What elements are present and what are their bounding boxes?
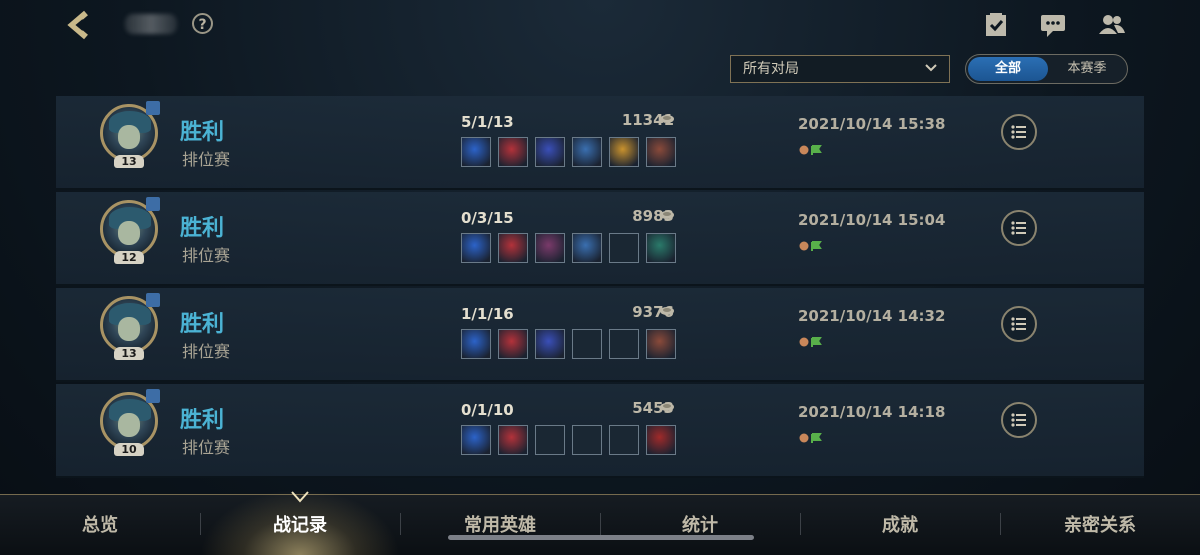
kda: 5/1/13 [461,113,514,131]
match-detail-button[interactable] [1001,210,1037,246]
player-name-blurred [125,14,177,34]
match-mode: 排位赛 [182,342,231,361]
summoner-spells-icon [799,433,822,443]
gold-coin-icon [660,211,674,219]
item-slot[interactable] [498,233,528,263]
list-icon [1011,221,1026,235]
item-slot[interactable] [572,425,602,455]
nav-statistics[interactable]: 统计 [600,511,800,537]
nav-match-history[interactable]: 战记录 [200,511,400,537]
party-icon [146,389,160,403]
nav-common-heroes[interactable]: 常用英雄 [400,511,600,537]
item-slot[interactable] [646,425,676,455]
nav-achievements[interactable]: 成就 [800,511,1000,537]
list-icon [1011,125,1026,139]
party-icon [146,293,160,307]
kda: 0/1/10 [461,401,514,419]
season-toggle: 全部 本赛季 [965,54,1128,84]
item-slot[interactable] [609,329,639,359]
match-result: 胜利 [180,408,225,433]
task-icon[interactable] [982,12,1010,38]
item-slot[interactable] [461,137,491,167]
active-indicator-icon [291,491,309,503]
match-date: 2021/10/14 14:18 [798,403,946,421]
match-date: 2021/10/14 14:32 [798,307,946,325]
match-row[interactable]: 13 胜利 排位赛 5/1/13 11341 2021/10/14 15:38 [56,96,1144,190]
item-slot[interactable] [646,233,676,263]
match-mode: 排位赛 [182,246,231,265]
item-slot[interactable] [535,233,565,263]
match-detail-button[interactable] [1001,306,1037,342]
list-icon [1011,413,1026,427]
hero-level: 13 [114,347,144,360]
hero-level: 10 [114,443,144,456]
match-row[interactable]: 12 胜利 排位赛 0/3/15 8983 2021/10/14 15:04 [56,192,1144,286]
item-slot[interactable] [461,233,491,263]
help-icon[interactable]: ? [192,13,213,34]
party-icon [146,197,160,211]
segment-current-season[interactable]: 本赛季 [1048,57,1126,81]
match-detail-button[interactable] [1001,114,1037,150]
item-slot[interactable] [609,425,639,455]
item-slot[interactable] [535,137,565,167]
match-date: 2021/10/14 15:04 [798,211,946,229]
match-row[interactable]: 13 胜利 排位赛 1/1/16 9376 2021/10/14 14:32 [56,288,1144,382]
summoner-spells-icon [799,337,822,347]
match-result: 胜利 [180,216,225,241]
item-slot[interactable] [609,137,639,167]
summoner-spells-icon [799,145,822,155]
hero-level: 13 [114,155,144,168]
item-slot[interactable] [572,329,602,359]
list-icon [1011,317,1026,331]
kda: 1/1/16 [461,305,514,323]
match-result: 胜利 [180,120,225,145]
chevron-down-icon [925,64,937,72]
match-mode: 排位赛 [182,150,231,169]
match-row[interactable]: 10 胜利 排位赛 0/1/10 5453 2021/10/14 14:18 [56,384,1144,478]
item-slot[interactable] [646,137,676,167]
friends-icon[interactable] [1098,12,1126,38]
match-detail-button[interactable] [1001,402,1037,438]
back-arrow-icon[interactable] [66,10,100,40]
item-slot[interactable] [572,233,602,263]
kda: 0/3/15 [461,209,514,227]
item-slot[interactable] [609,233,639,263]
item-slot[interactable] [498,137,528,167]
home-indicator [448,535,754,540]
party-icon [146,101,160,115]
bottom-nav: 总览 战记录 常用英雄 统计 成就 亲密关系 [0,489,1200,555]
item-slot[interactable] [535,329,565,359]
chat-icon[interactable] [1039,12,1067,38]
match-date: 2021/10/14 15:38 [798,115,946,133]
item-slot[interactable] [498,425,528,455]
summoner-spells-icon [799,241,822,251]
gold-coin-icon [660,115,674,123]
item-slot[interactable] [572,137,602,167]
match-result: 胜利 [180,312,225,337]
item-slot[interactable] [498,329,528,359]
item-slot[interactable] [461,425,491,455]
top-bar: ? [0,0,1200,50]
nav-relationships[interactable]: 亲密关系 [1000,511,1200,537]
match-mode: 排位赛 [182,438,231,457]
segment-all[interactable]: 全部 [968,57,1048,81]
item-slot[interactable] [461,329,491,359]
gold-coin-icon [660,403,674,411]
match-filter-value: 所有对局 [743,61,799,77]
nav-overview[interactable]: 总览 [0,511,200,537]
match-filter-dropdown[interactable]: 所有对局 [730,55,950,83]
item-slot[interactable] [535,425,565,455]
gold-coin-icon [660,307,674,315]
hero-level: 12 [114,251,144,264]
item-slot[interactable] [646,329,676,359]
